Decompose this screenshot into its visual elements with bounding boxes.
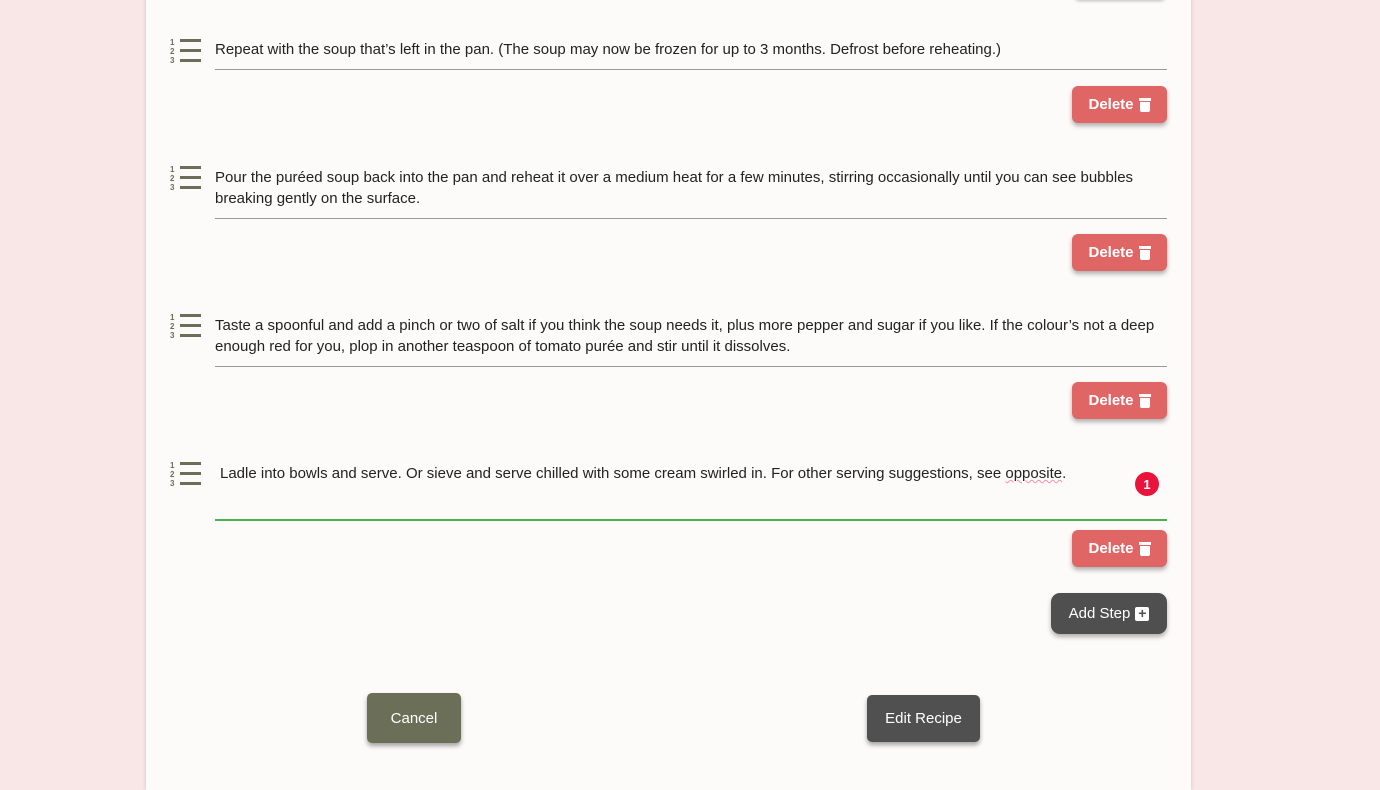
plus-square-icon: + bbox=[1135, 606, 1150, 621]
delete-step-button[interactable]: Delete bbox=[1072, 86, 1167, 123]
spellcheck-badge[interactable]: 1 bbox=[1135, 472, 1159, 496]
trash-icon bbox=[1138, 97, 1151, 112]
add-step-button[interactable]: Add Step + bbox=[1051, 593, 1167, 634]
svg-text:3: 3 bbox=[170, 183, 175, 191]
svg-text:2: 2 bbox=[170, 470, 175, 479]
delete-step-button[interactable]: Delete bbox=[1072, 382, 1167, 419]
numbered-list-icon: 123 bbox=[170, 165, 201, 191]
step-input[interactable]: Taste a spoonful and add a pinch or two … bbox=[215, 315, 1167, 367]
svg-text:3: 3 bbox=[170, 479, 175, 487]
step-text: Ladle into bowls and serve. Or sieve and… bbox=[220, 465, 1006, 482]
svg-text:1: 1 bbox=[170, 461, 175, 470]
svg-text:1: 1 bbox=[170, 313, 175, 322]
numbered-list-icon: 123 bbox=[170, 313, 201, 339]
edit-recipe-button[interactable]: Edit Recipe bbox=[867, 695, 980, 742]
trash-icon bbox=[1138, 541, 1151, 556]
svg-text:2: 2 bbox=[170, 174, 175, 183]
step-input[interactable]: Pour the puréed soup back into the pan a… bbox=[215, 167, 1167, 219]
delete-label: Delete bbox=[1088, 392, 1134, 409]
numbered-list-icon: 123 bbox=[170, 38, 201, 64]
numbered-list-icon: 123 bbox=[170, 461, 201, 487]
delete-step-button[interactable]: Delete bbox=[1072, 530, 1167, 567]
add-step-label: Add Step bbox=[1068, 605, 1131, 622]
svg-text:2: 2 bbox=[170, 47, 175, 56]
misspelled-word[interactable]: opposite bbox=[1005, 465, 1062, 482]
svg-text:3: 3 bbox=[170, 56, 175, 64]
svg-text:2: 2 bbox=[170, 322, 175, 331]
delete-label: Delete bbox=[1088, 540, 1134, 557]
svg-text:1: 1 bbox=[170, 165, 175, 174]
svg-text:1: 1 bbox=[170, 38, 175, 47]
svg-text:3: 3 bbox=[170, 331, 175, 339]
trash-icon bbox=[1138, 393, 1151, 408]
step-input-active[interactable]: Ladle into bowls and serve. Or sieve and… bbox=[215, 463, 1167, 521]
trash-icon bbox=[1138, 245, 1151, 260]
step-input[interactable]: Repeat with the soup that’s left in the … bbox=[215, 39, 1167, 70]
recipe-form-card bbox=[146, 0, 1191, 790]
step-text-end: . bbox=[1062, 465, 1067, 482]
cancel-button[interactable]: Cancel bbox=[367, 693, 461, 743]
delete-step-button[interactable]: Delete bbox=[1072, 234, 1167, 271]
delete-label: Delete bbox=[1088, 244, 1134, 261]
delete-label: Delete bbox=[1088, 96, 1134, 113]
